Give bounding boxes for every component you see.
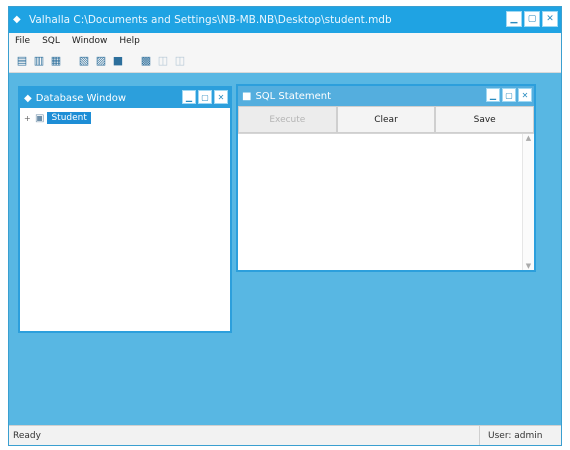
menu-window[interactable]: Window	[72, 36, 108, 46]
database-icon: ▣	[35, 112, 45, 124]
status-text: Ready	[13, 430, 41, 441]
database-window: ◆ Database Window ▁ ▢ ✕ + ▣ Student	[18, 86, 232, 333]
maximize-button[interactable]: ▢	[524, 11, 540, 27]
execute-button[interactable]: Execute	[238, 106, 337, 133]
sql-editor[interactable]: ▲ ▼	[238, 134, 534, 270]
status-bar: Ready User: admin	[9, 425, 561, 445]
status-user: User: admin	[479, 426, 561, 445]
sql-minimize-button[interactable]: ▁	[486, 88, 500, 102]
scroll-up-icon[interactable]: ▲	[523, 134, 534, 142]
sql-close-button[interactable]: ✕	[518, 88, 532, 102]
sql-scrollbar[interactable]: ▲ ▼	[522, 134, 534, 270]
window-title: Valhalla C:\Documents and Settings\NB-MB…	[29, 14, 392, 26]
main-window: ◆ Valhalla C:\Documents and Settings\NB-…	[8, 6, 562, 446]
scroll-down-icon[interactable]: ▼	[523, 262, 534, 270]
clear-button[interactable]: Clear	[336, 106, 436, 133]
save-icon[interactable]: ▦	[49, 54, 63, 68]
expand-icon[interactable]: +	[24, 114, 32, 123]
sql-window-icon: ■	[242, 90, 252, 102]
db-maximize-button[interactable]: ▢	[198, 90, 212, 104]
app-icon: ◆	[13, 14, 21, 25]
close-button[interactable]: ✕	[542, 11, 558, 27]
db-minimize-button[interactable]: ▁	[182, 90, 196, 104]
sql-window-title: SQL Statement	[255, 90, 332, 102]
database-window-controls: ▁ ▢ ✕	[182, 90, 228, 104]
save-button[interactable]: Save	[435, 106, 535, 133]
refresh-icon[interactable]: ◫	[156, 54, 170, 68]
menu-file[interactable]: File	[15, 36, 30, 46]
database-window-icon: ◆	[24, 92, 32, 104]
window-controls: ▁ ▢ ✕	[506, 11, 558, 27]
menu-bar: File SQL Window Help	[9, 33, 561, 49]
database-window-title: Database Window	[35, 92, 127, 104]
print-icon[interactable]: ▩	[139, 54, 153, 68]
database-window-titlebar[interactable]: ◆ Database Window ▁ ▢ ✕	[20, 88, 230, 108]
menu-sql[interactable]: SQL	[42, 36, 60, 46]
tree-node-label[interactable]: Student	[47, 112, 91, 124]
db-close-button[interactable]: ✕	[214, 90, 228, 104]
sql-maximize-button[interactable]: ▢	[502, 88, 516, 102]
stop-icon[interactable]: ◫	[173, 54, 187, 68]
sql-window-titlebar[interactable]: ■ SQL Statement ▁ ▢ ✕	[238, 86, 534, 106]
mdi-workspace: ◆ Database Window ▁ ▢ ✕ + ▣ Student ■ SQ…	[9, 73, 561, 427]
sql-window-controls: ▁ ▢ ✕	[486, 88, 532, 102]
sql-statement-window: ■ SQL Statement ▁ ▢ ✕ Execute Clear Save…	[236, 84, 536, 272]
toolbar: ▤ ▥ ▦ ▧ ▨ ■ ▩ ◫ ◫	[9, 49, 561, 73]
grid-icon[interactable]: ■	[111, 54, 125, 68]
sql-button-bar: Execute Clear Save	[238, 106, 535, 134]
open-db-icon[interactable]: ▥	[32, 54, 46, 68]
tree-node[interactable]: + ▣ Student	[24, 112, 226, 124]
query-icon[interactable]: ▨	[94, 54, 108, 68]
database-tree: + ▣ Student	[20, 108, 230, 128]
table-icon[interactable]: ▧	[77, 54, 91, 68]
title-bar[interactable]: ◆ Valhalla C:\Documents and Settings\NB-…	[9, 7, 561, 33]
menu-help[interactable]: Help	[119, 36, 140, 46]
minimize-button[interactable]: ▁	[506, 11, 522, 27]
new-db-icon[interactable]: ▤	[15, 54, 29, 68]
